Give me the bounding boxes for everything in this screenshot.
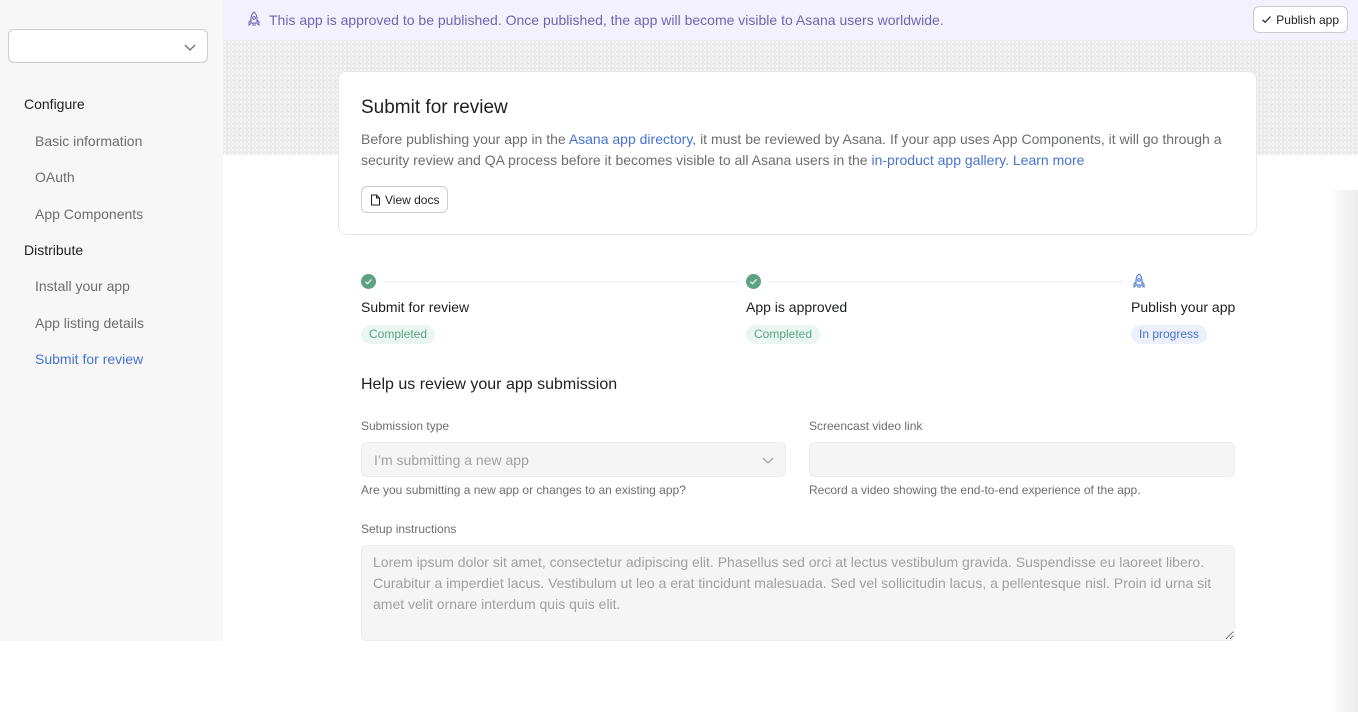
step-connector xyxy=(383,281,738,282)
view-docs-label: View docs xyxy=(385,192,440,207)
status-badge: In progress xyxy=(1131,325,1208,344)
status-badge: Completed xyxy=(746,325,821,344)
submission-type-hint: Are you submitting a new app or changes … xyxy=(361,483,686,497)
banner-message: This app is approved to be published. On… xyxy=(269,12,944,28)
rocket-icon xyxy=(248,11,260,26)
sidebar-item-oauth[interactable]: OAuth xyxy=(35,169,75,185)
submission-type-value: I’m submitting a new app xyxy=(374,452,529,468)
sidebar-item-app-listing-details[interactable]: App listing details xyxy=(35,315,144,331)
document-icon xyxy=(371,194,380,205)
sidebar: Configure Basic information OAuth App Co… xyxy=(0,0,223,641)
rocket-icon xyxy=(1133,273,1145,288)
sidebar-item-app-components[interactable]: App Components xyxy=(35,206,143,222)
check-icon xyxy=(1262,16,1272,24)
step-connector xyxy=(768,281,1123,282)
step-title: App is approved xyxy=(746,299,848,315)
page-title: Submit for review xyxy=(361,97,508,118)
sidebar-section-configure: Configure xyxy=(24,96,85,112)
sidebar-item-basic-information[interactable]: Basic information xyxy=(35,133,142,149)
submission-type-label: Submission type xyxy=(361,419,450,433)
publish-app-button[interactable]: Publish app xyxy=(1253,6,1348,33)
learn-more-link[interactable]: Learn more xyxy=(1013,152,1085,168)
status-badge: Completed xyxy=(361,325,436,344)
asana-app-directory-link[interactable]: Asana app directory xyxy=(569,131,692,147)
app-select-dropdown[interactable] xyxy=(8,29,208,63)
submission-type-select[interactable]: I’m submitting a new app xyxy=(361,442,786,477)
check-circle-icon xyxy=(361,274,376,289)
setup-instructions-label: Setup instructions xyxy=(361,522,457,536)
form-section-title: Help us review your app submission xyxy=(361,376,618,393)
setup-instructions-textarea[interactable]: Lorem ipsum dolor sit amet, consectetur … xyxy=(361,545,1235,641)
submit-review-card: Submit for review Before publishing your… xyxy=(338,71,1257,235)
chevron-down-icon xyxy=(762,457,774,464)
check-circle-icon xyxy=(746,274,761,289)
step-title: Publish your app xyxy=(1131,299,1236,315)
screencast-video-link-input[interactable] xyxy=(809,442,1235,477)
view-docs-button[interactable]: View docs xyxy=(361,186,449,213)
sidebar-item-install-your-app[interactable]: Install your app xyxy=(35,278,130,294)
approval-banner: This app is approved to be published. On… xyxy=(223,0,1358,40)
step-title: Submit for review xyxy=(361,299,470,315)
publish-app-label: Publish app xyxy=(1276,12,1339,27)
card-description: Before publishing your app in the Asana … xyxy=(361,129,1241,171)
desc-text: . xyxy=(1005,152,1013,168)
panel-edge-shadow xyxy=(1328,190,1358,712)
screencast-label: Screencast video link xyxy=(809,419,923,433)
app-gallery-link[interactable]: in-product app gallery xyxy=(871,152,1005,168)
sidebar-item-submit-for-review[interactable]: Submit for review xyxy=(35,351,143,367)
desc-text: Before publishing your app in the xyxy=(361,131,569,147)
chevron-down-icon xyxy=(184,44,196,51)
screencast-hint: Record a video showing the end-to-end ex… xyxy=(809,483,1141,497)
sidebar-section-distribute: Distribute xyxy=(24,242,84,258)
